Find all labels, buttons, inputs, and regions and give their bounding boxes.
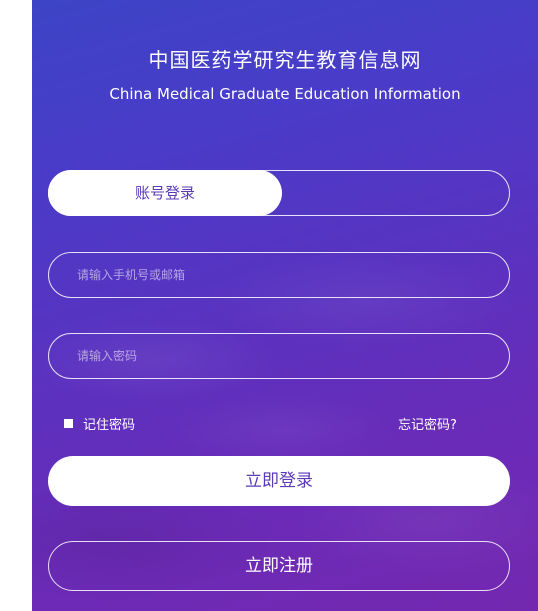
login-tabs: 账号登录 xyxy=(48,170,510,216)
register-button[interactable]: 立即注册 xyxy=(48,541,510,591)
remember-password[interactable]: 记住密码 xyxy=(64,414,136,433)
remember-label: 记住密码 xyxy=(83,417,136,433)
forgot-password-link[interactable]: 忘记密码? xyxy=(398,414,457,433)
site-title: 中国医药学研究生教育信息网 xyxy=(148,48,422,72)
remember-checkbox[interactable] xyxy=(64,418,73,428)
site-subtitle: China Medical Graduate Education Informa… xyxy=(109,85,461,103)
login-panel: 中国医药学研究生教育信息网 China Medical Graduate Edu… xyxy=(32,0,538,611)
password-field[interactable] xyxy=(48,333,510,379)
tab-account-login[interactable]: 账号登录 xyxy=(48,170,282,216)
login-button[interactable]: 立即登录 xyxy=(48,456,510,506)
account-input[interactable] xyxy=(77,253,477,297)
account-field[interactable] xyxy=(48,252,510,298)
password-input[interactable] xyxy=(77,334,477,378)
